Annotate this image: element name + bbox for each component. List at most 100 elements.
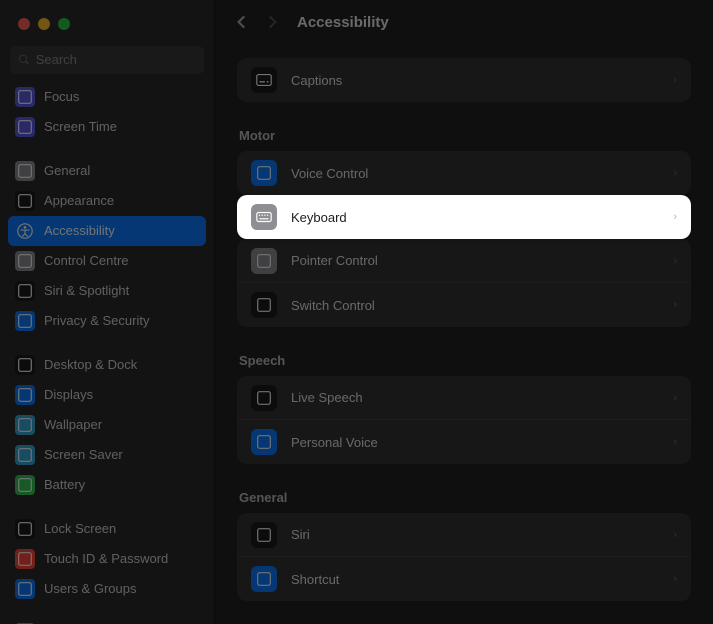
sidebar-item-users-groups[interactable]: Users & Groups <box>8 574 206 604</box>
settings-row-pointer-control[interactable]: Pointer Control › <box>237 239 691 283</box>
chevron-left-icon <box>233 13 251 31</box>
gear-icon <box>16 162 34 180</box>
chevron-right-icon: › <box>673 573 677 585</box>
moon-icon <box>16 88 34 106</box>
hourglass-icon <box>15 117 35 137</box>
sidebar-item-control-centre[interactable]: Control Centre <box>8 246 206 276</box>
sidebar-item-appearance[interactable]: Appearance <box>8 186 206 216</box>
fingerprint-icon <box>15 549 35 569</box>
sidebar-item-screen-time[interactable]: Screen Time <box>8 112 206 142</box>
settings-row-label: Shortcut <box>291 572 339 587</box>
settings-row-personal-voice[interactable]: Personal Voice› <box>237 420 691 464</box>
moon-icon <box>15 87 35 107</box>
siri-icon <box>255 526 273 544</box>
live-speech-icon <box>255 389 273 407</box>
appearance-icon <box>15 191 35 211</box>
sidebar-item-label: Battery <box>44 477 85 492</box>
sidebar-item-desktop-dock[interactable]: Desktop & Dock <box>8 350 206 380</box>
settings-row-label: Keyboard <box>291 210 347 225</box>
search-field[interactable] <box>10 46 204 74</box>
sidebar-item-label: Users & Groups <box>44 581 136 596</box>
sidebar-item-battery[interactable]: Battery <box>8 470 206 500</box>
accessibility-icon <box>15 221 35 241</box>
fingerprint-icon <box>16 550 34 568</box>
screensaver-icon <box>15 445 35 465</box>
pointer-icon <box>251 248 277 274</box>
gear-icon <box>15 161 35 181</box>
settings-row-label: Live Speech <box>291 390 363 405</box>
settings-row-label: Pointer Control <box>291 253 378 268</box>
sidebar-item-accessibility[interactable]: Accessibility <box>8 216 206 246</box>
siri-icon <box>15 281 35 301</box>
back-button[interactable] <box>231 10 253 34</box>
personal-voice-icon <box>255 433 273 451</box>
settings-row-switch-control[interactable]: Switch Control› <box>237 283 691 327</box>
users-icon <box>16 580 34 598</box>
chevron-right-icon: › <box>673 299 677 311</box>
chevron-right-icon: › <box>673 74 677 86</box>
sidebar-item-general[interactable]: General <box>8 156 206 186</box>
lock-icon <box>16 520 34 538</box>
search-icon <box>18 53 30 66</box>
forward-button[interactable] <box>261 10 283 34</box>
settings-row-shortcut[interactable]: Shortcut › <box>237 557 691 601</box>
settings-row-live-speech[interactable]: Live Speech› <box>237 376 691 420</box>
wallpaper-icon <box>16 416 34 434</box>
section-title-speech: Speech <box>239 353 691 368</box>
pointer-icon <box>255 252 273 270</box>
siri-icon <box>251 522 277 548</box>
main-header: Accessibility <box>215 0 713 44</box>
settings-row-voice-control[interactable]: Voice Control › <box>237 151 691 195</box>
sidebar-item-label: General <box>44 163 90 178</box>
sidebar-item-label: Wallpaper <box>44 417 102 432</box>
settings-row-captions[interactable]: Captions› <box>237 58 691 102</box>
window-controls <box>0 0 214 38</box>
accessibility-icon <box>16 222 34 240</box>
keyboard-icon <box>251 204 277 230</box>
sidebar-item-focus[interactable]: Focus <box>8 82 206 112</box>
sidebar-item-label: Screen Saver <box>44 447 123 462</box>
battery-icon <box>15 475 35 495</box>
sidebar-item-siri-spotlight[interactable]: Siri & Spotlight <box>8 276 206 306</box>
sidebar-item-label: Control Centre <box>44 253 129 268</box>
zoom-window-button[interactable] <box>58 18 70 30</box>
chevron-right-icon: › <box>673 211 677 223</box>
sidebar-item-privacy-security[interactable]: Privacy & Security <box>8 306 206 336</box>
sidebar-item-displays[interactable]: Displays <box>8 380 206 410</box>
sidebar-item-label: Displays <box>44 387 93 402</box>
sidebar-item-label: Privacy & Security <box>44 313 149 328</box>
chevron-right-icon: › <box>673 255 677 267</box>
sidebar-item-touch-id-password[interactable]: Touch ID & Password <box>8 544 206 574</box>
chevron-right-icon <box>263 13 281 31</box>
sidebar-item-wallpaper[interactable]: Wallpaper <box>8 410 206 440</box>
sidebar-item-screen-saver[interactable]: Screen Saver <box>8 440 206 470</box>
chevron-right-icon: › <box>673 436 677 448</box>
sidebar-item-label: Accessibility <box>44 223 115 238</box>
voice-control-icon <box>255 164 273 182</box>
switch-icon <box>255 296 273 314</box>
settings-row-label: Voice Control <box>291 166 368 181</box>
sidebar-item-passwords[interactable]: Passwords <box>8 618 206 624</box>
shortcut-icon <box>251 566 277 592</box>
sidebar-item-lock-screen[interactable]: Lock Screen <box>8 514 206 544</box>
display-icon <box>15 385 35 405</box>
sidebar-item-label: Desktop & Dock <box>44 357 137 372</box>
settings-row-label: Siri <box>291 527 310 542</box>
close-window-button[interactable] <box>18 18 30 30</box>
siri-icon <box>16 282 34 300</box>
minimize-window-button[interactable] <box>38 18 50 30</box>
settings-row-keyboard[interactable]: Keyboard › <box>237 195 691 239</box>
hand-icon <box>15 311 35 331</box>
captions-icon <box>251 67 277 93</box>
chevron-right-icon: › <box>673 167 677 179</box>
sidebar: Focus Screen Time General Appearance Accessi… <box>0 0 215 624</box>
search-input[interactable] <box>36 52 196 67</box>
sidebar-item-label: Screen Time <box>44 119 117 134</box>
screensaver-icon <box>16 446 34 464</box>
settings-row-siri[interactable]: Siri› <box>237 513 691 557</box>
sidebar-item-label: Appearance <box>44 193 114 208</box>
switches-icon <box>16 252 34 270</box>
personal-voice-icon <box>251 429 277 455</box>
sidebar-item-label: Touch ID & Password <box>44 551 168 566</box>
display-icon <box>16 386 34 404</box>
